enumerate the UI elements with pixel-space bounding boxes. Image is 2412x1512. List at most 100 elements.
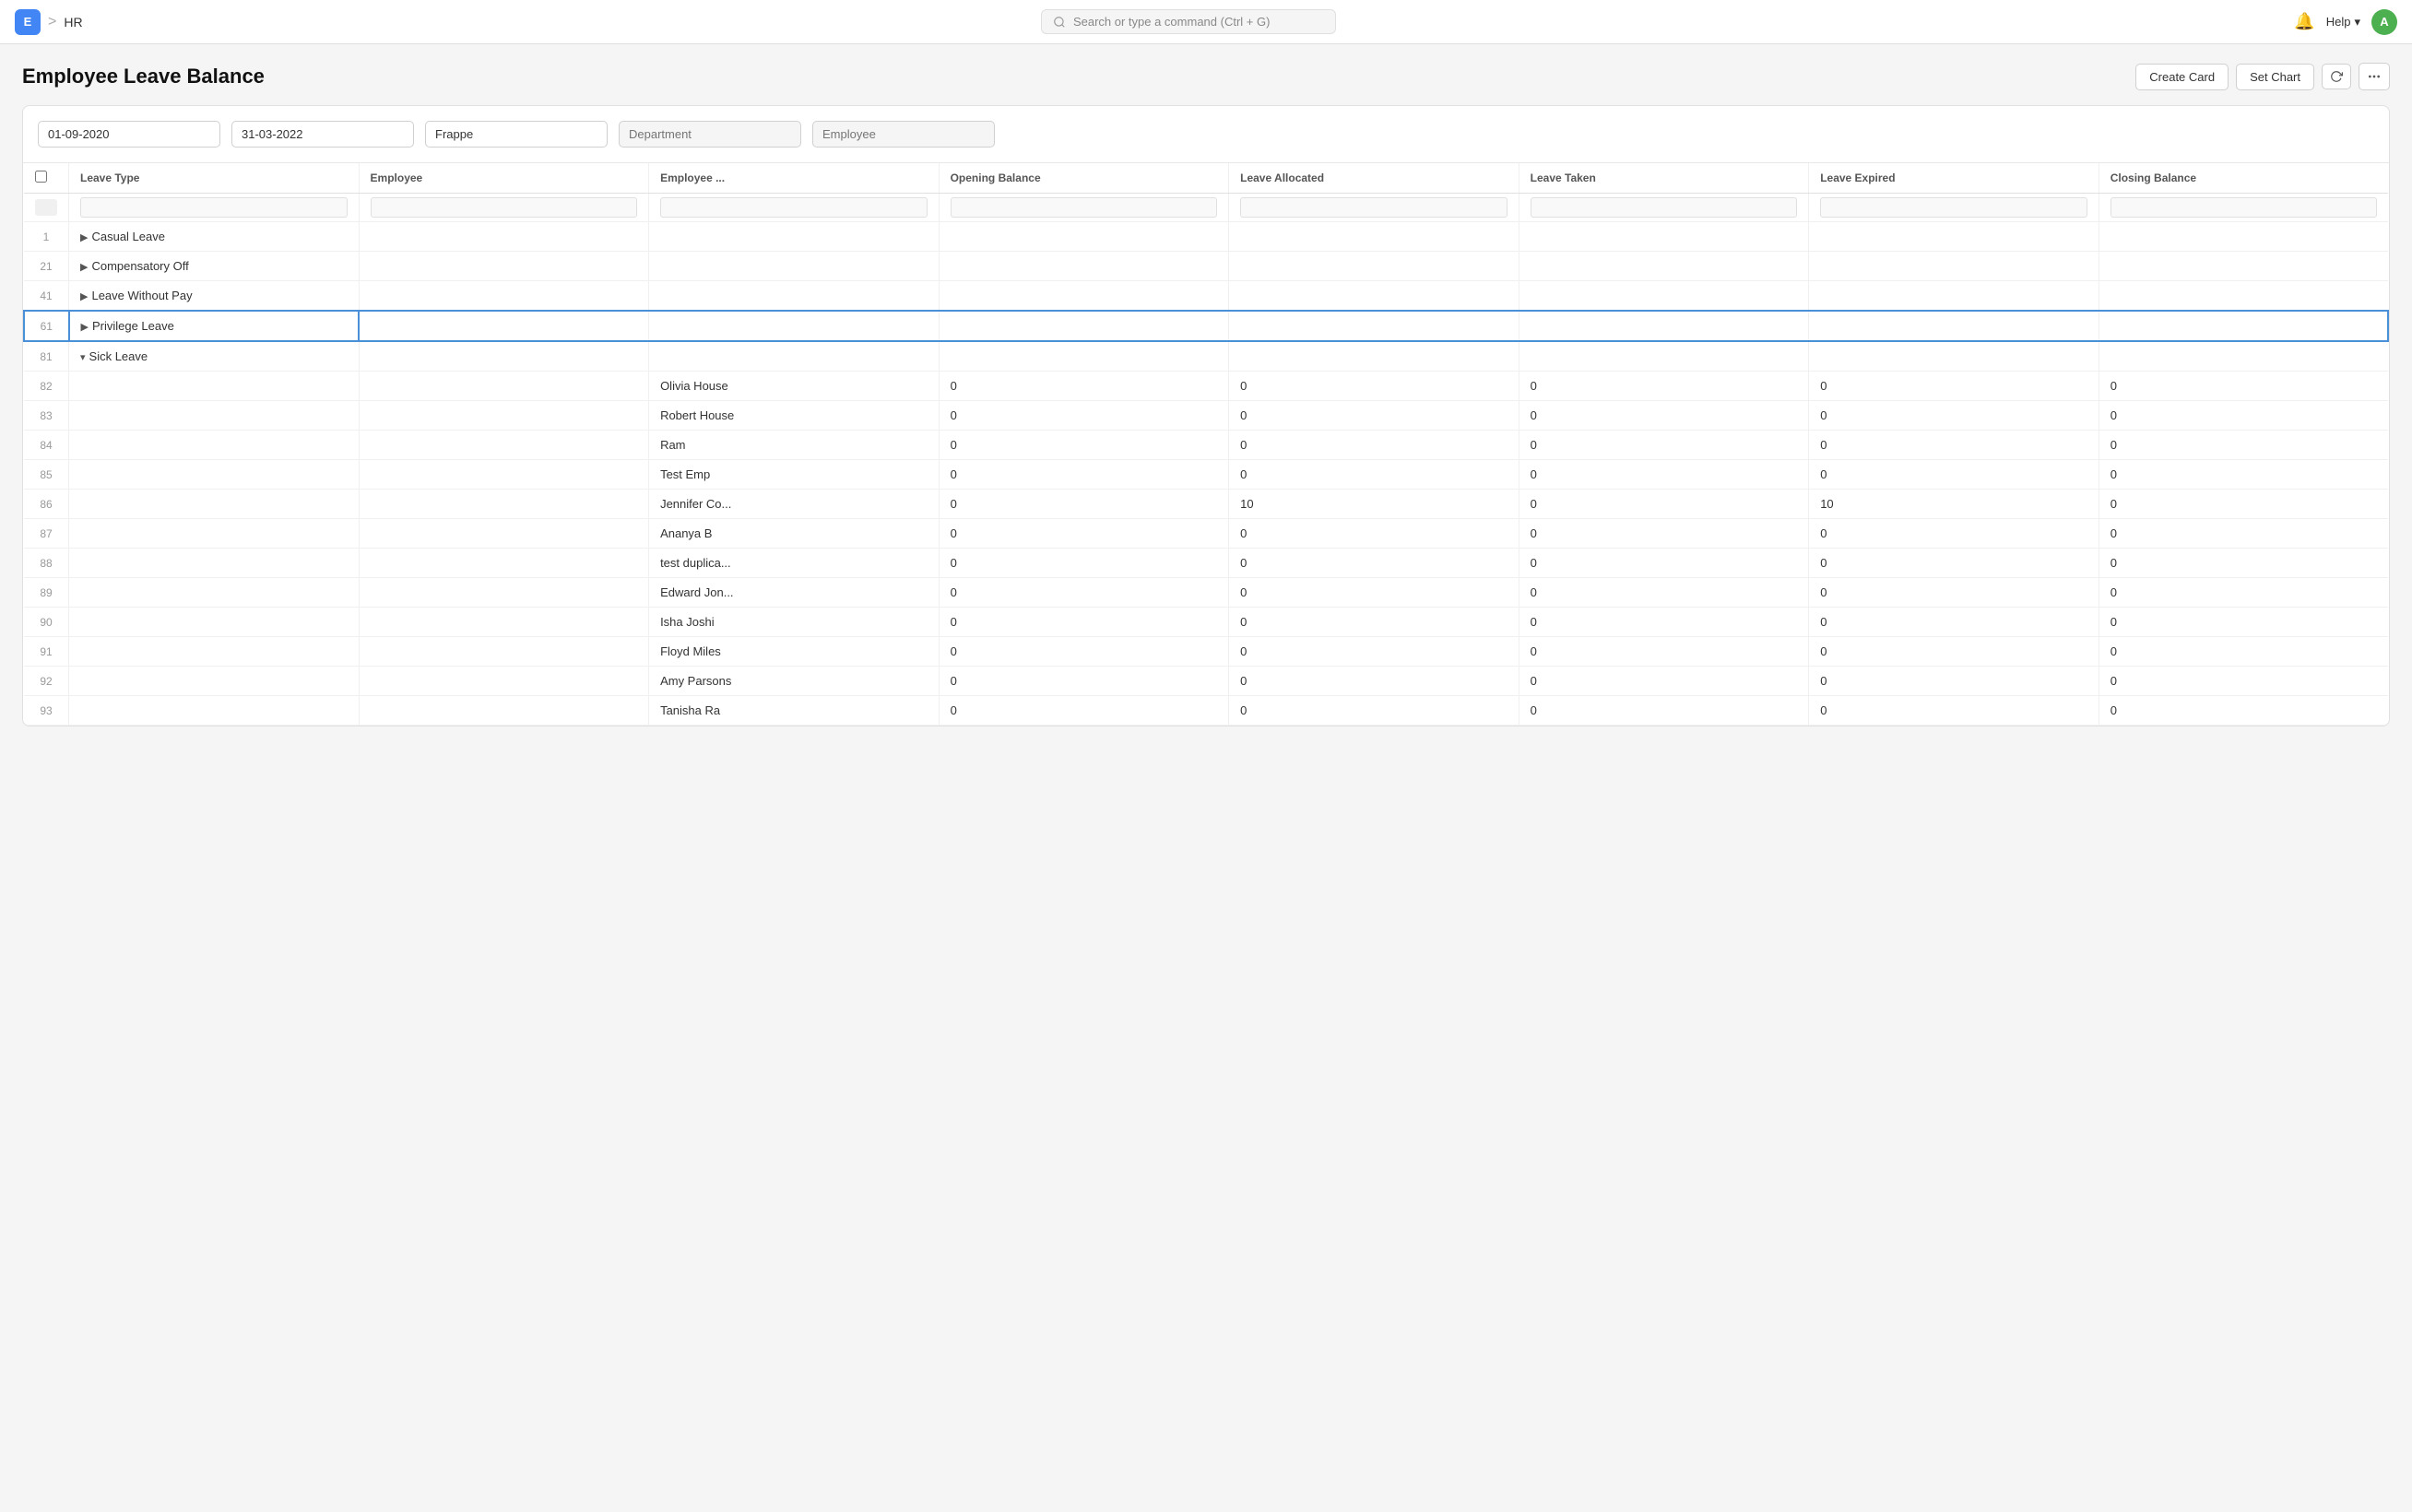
table-row[interactable]: 85Test Emp00000 <box>24 460 2388 490</box>
leave-allocated-cell[interactable]: 0 <box>1229 401 1519 431</box>
table-row[interactable]: 92Amy Parsons00000 <box>24 667 2388 696</box>
employee-id-cell[interactable] <box>359 667 649 696</box>
leave-type-cell[interactable] <box>69 637 360 667</box>
opening-balance-cell[interactable]: 0 <box>939 519 1229 549</box>
employee-name-cell[interactable]: Ram <box>649 431 940 460</box>
leave-type-cell[interactable] <box>69 667 360 696</box>
table-row[interactable]: 86Jennifer Co...0100100 <box>24 490 2388 519</box>
department-input[interactable] <box>619 121 801 148</box>
leave-taken-cell[interactable]: 0 <box>1519 549 1809 578</box>
leave-type-cell[interactable] <box>69 460 360 490</box>
filter-allocated-input[interactable] <box>1240 197 1508 218</box>
leave-expired-cell[interactable]: 0 <box>1809 608 2099 637</box>
notifications-button[interactable]: 🔔 <box>2294 12 2314 31</box>
col-employee-name[interactable]: Employee ... <box>649 163 940 194</box>
employee-id-cell[interactable] <box>359 549 649 578</box>
filter-employee-cell[interactable] <box>359 194 649 222</box>
group-row[interactable]: 61▶Privilege Leave <box>24 311 2388 341</box>
leave-allocated-cell[interactable]: 10 <box>1229 490 1519 519</box>
employee-id-cell[interactable] <box>359 578 649 608</box>
leave-type-cell[interactable] <box>69 696 360 726</box>
employee-id-cell[interactable] <box>359 401 649 431</box>
leave-allocated-cell[interactable]: 0 <box>1229 608 1519 637</box>
employee-input[interactable] <box>812 121 995 148</box>
employee-id-cell[interactable] <box>359 608 649 637</box>
leave-taken-cell[interactable]: 0 <box>1519 372 1809 401</box>
col-leave-type[interactable]: Leave Type <box>69 163 360 194</box>
table-row[interactable]: 82Olivia House00000 <box>24 372 2388 401</box>
leave-taken-cell[interactable]: 0 <box>1519 460 1809 490</box>
leave-allocated-cell[interactable]: 0 <box>1229 578 1519 608</box>
leave-taken-cell[interactable]: 0 <box>1519 667 1809 696</box>
leave-expired-cell[interactable]: 0 <box>1809 372 2099 401</box>
tree-toggle-icon[interactable]: ▶ <box>81 322 89 333</box>
row-number[interactable]: 87 <box>24 519 69 549</box>
filter-taken-input[interactable] <box>1531 197 1798 218</box>
leave-expired-cell[interactable]: 10 <box>1809 490 2099 519</box>
leave-type-cell[interactable] <box>69 608 360 637</box>
leave-allocated-cell[interactable]: 0 <box>1229 637 1519 667</box>
leave-expired-cell[interactable]: 0 <box>1809 460 2099 490</box>
tree-toggle-icon[interactable]: ▾ <box>80 352 86 363</box>
leave-taken-cell[interactable]: 0 <box>1519 637 1809 667</box>
help-button[interactable]: Help ▾ <box>2326 15 2360 30</box>
leave-allocated-cell[interactable]: 0 <box>1229 372 1519 401</box>
opening-balance-cell[interactable]: 0 <box>939 608 1229 637</box>
closing-balance-cell[interactable]: 0 <box>2099 431 2388 460</box>
employee-name-cell[interactable]: Edward Jon... <box>649 578 940 608</box>
leave-type-cell[interactable] <box>69 372 360 401</box>
filter-emp-name-input[interactable] <box>660 197 928 218</box>
filter-closing-cell[interactable] <box>2099 194 2388 222</box>
employee-name-cell[interactable]: Isha Joshi <box>649 608 940 637</box>
opening-balance-cell[interactable]: 0 <box>939 460 1229 490</box>
employee-name-cell[interactable]: Amy Parsons <box>649 667 940 696</box>
group-label-cell[interactable]: ▶Compensatory Off <box>69 252 360 281</box>
employee-id-cell[interactable] <box>359 519 649 549</box>
closing-balance-cell[interactable]: 0 <box>2099 696 2388 726</box>
more-options-button[interactable] <box>2359 63 2390 90</box>
employee-id-cell[interactable] <box>359 637 649 667</box>
filter-opening-input[interactable] <box>951 197 1218 218</box>
table-row[interactable]: 91Floyd Miles00000 <box>24 637 2388 667</box>
leave-type-cell[interactable] <box>69 519 360 549</box>
avatar[interactable]: A <box>2371 9 2397 35</box>
group-row[interactable]: 1▶Casual Leave <box>24 222 2388 252</box>
employee-name-cell[interactable]: Ananya B <box>649 519 940 549</box>
table-row[interactable]: 89Edward Jon...00000 <box>24 578 2388 608</box>
leave-allocated-cell[interactable]: 0 <box>1229 549 1519 578</box>
leave-type-cell[interactable] <box>69 431 360 460</box>
leave-expired-cell[interactable]: 0 <box>1809 431 2099 460</box>
opening-balance-cell[interactable]: 0 <box>939 431 1229 460</box>
leave-taken-cell[interactable]: 0 <box>1519 608 1809 637</box>
group-row[interactable]: 21▶Compensatory Off <box>24 252 2388 281</box>
row-number[interactable]: 84 <box>24 431 69 460</box>
tree-toggle-icon[interactable]: ▶ <box>80 291 88 302</box>
row-number[interactable]: 90 <box>24 608 69 637</box>
opening-balance-cell[interactable]: 0 <box>939 667 1229 696</box>
leave-taken-cell[interactable]: 0 <box>1519 696 1809 726</box>
table-row[interactable]: 87Ananya B00000 <box>24 519 2388 549</box>
date-to-input[interactable] <box>231 121 414 148</box>
employee-name-cell[interactable]: Olivia House <box>649 372 940 401</box>
company-input[interactable] <box>425 121 608 148</box>
closing-balance-cell[interactable]: 0 <box>2099 490 2388 519</box>
closing-balance-cell[interactable]: 0 <box>2099 549 2388 578</box>
date-from-input[interactable] <box>38 121 220 148</box>
row-number[interactable]: 83 <box>24 401 69 431</box>
filter-leave-type-cell[interactable] <box>69 194 360 222</box>
leave-expired-cell[interactable]: 0 <box>1809 578 2099 608</box>
employee-name-cell[interactable]: test duplica... <box>649 549 940 578</box>
employee-name-cell[interactable]: Floyd Miles <box>649 637 940 667</box>
group-label-cell[interactable]: ▶Privilege Leave <box>69 311 360 341</box>
group-label-cell[interactable]: ▾Sick Leave <box>69 341 360 372</box>
row-number[interactable]: 88 <box>24 549 69 578</box>
tree-toggle-icon[interactable]: ▶ <box>80 232 88 243</box>
leave-allocated-cell[interactable]: 0 <box>1229 519 1519 549</box>
tree-toggle-icon[interactable]: ▶ <box>80 262 88 273</box>
search-bar[interactable]: Search or type a command (Ctrl + G) <box>1041 9 1336 34</box>
col-leave-expired[interactable]: Leave Expired <box>1809 163 2099 194</box>
leave-taken-cell[interactable]: 0 <box>1519 519 1809 549</box>
opening-balance-cell[interactable]: 0 <box>939 637 1229 667</box>
leave-expired-cell[interactable]: 0 <box>1809 519 2099 549</box>
group-row[interactable]: 81▾Sick Leave <box>24 341 2388 372</box>
